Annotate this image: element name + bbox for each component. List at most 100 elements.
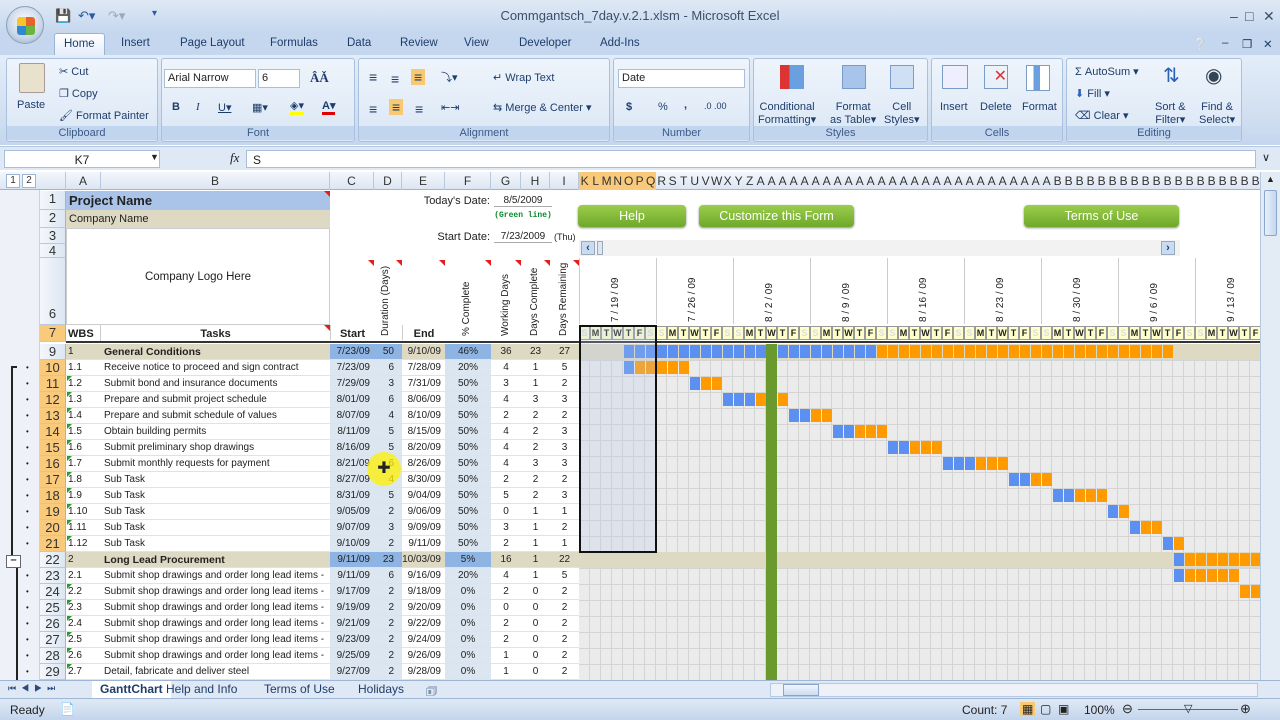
column-header-letter[interactable]: B xyxy=(1195,172,1206,190)
outline-level-1-button[interactable]: 1 xyxy=(6,174,20,188)
zoom-slider-thumb[interactable]: ▽ xyxy=(1184,702,1192,715)
cell-done[interactable]: 0 xyxy=(521,664,550,680)
decimal-icon[interactable]: .0 .00 xyxy=(704,101,727,111)
cell-dur[interactable]: 5 xyxy=(374,488,402,504)
align-middle-icon[interactable]: ≡ xyxy=(391,71,399,87)
cell-end[interactable]: 8/15/09 xyxy=(402,424,445,440)
row-header[interactable]: 13 xyxy=(40,408,66,424)
timeline-scrollbar[interactable]: ‹ › xyxy=(579,240,1180,256)
cell-task[interactable]: General Conditions xyxy=(101,344,330,360)
column-header-letter[interactable]: B xyxy=(1052,172,1063,190)
cell-start[interactable]: 9/19/09 xyxy=(330,600,374,616)
cell-start[interactable]: 7/23/09 xyxy=(330,360,374,376)
cell-pct[interactable]: 50% xyxy=(445,376,491,392)
cell-work[interactable]: 2 xyxy=(491,536,521,552)
cell-end[interactable]: 9/04/09 xyxy=(402,488,445,504)
column-header-letter[interactable]: B xyxy=(1228,172,1239,190)
cell-rem[interactable]: 3 xyxy=(550,392,579,408)
cell-pct[interactable]: 50% xyxy=(445,472,491,488)
cell-task[interactable]: Submit bond and insurance documents xyxy=(101,376,330,392)
format-button[interactable]: Format xyxy=(1022,101,1057,113)
delete-button[interactable]: Delete xyxy=(980,101,1012,113)
row-header[interactable]: 7 xyxy=(40,325,66,342)
cell-task[interactable]: Receive notice to proceed and sign contr… xyxy=(101,360,330,376)
column-header-letter[interactable]: A xyxy=(755,172,766,190)
scroll-up-icon[interactable]: ▲ xyxy=(1266,174,1275,184)
tab-page-layout[interactable]: Page Layout xyxy=(180,37,245,49)
font-size-select[interactable]: 6 xyxy=(258,69,300,88)
cell-task[interactable]: Submit shop drawings and order long lead… xyxy=(101,632,330,648)
cell-work[interactable]: 2 xyxy=(491,632,521,648)
paste-icon[interactable] xyxy=(19,63,45,93)
cell-work[interactable]: 2 xyxy=(491,584,521,600)
cell-done[interactable]: 2 xyxy=(521,488,550,504)
cut-button[interactable]: ✂ Cut xyxy=(59,65,88,78)
cell-rem[interactable]: 22 xyxy=(550,552,579,568)
name-box[interactable]: K7 xyxy=(4,150,160,168)
scroll-right-icon[interactable]: › xyxy=(1161,241,1175,255)
cell-dur[interactable]: 23 xyxy=(374,552,402,568)
orientation-icon[interactable]: ⤵▾ xyxy=(441,69,458,85)
cell-end[interactable]: 9/18/09 xyxy=(402,584,445,600)
cell-pct[interactable]: 46% xyxy=(445,344,491,360)
cell-pct[interactable]: 50% xyxy=(445,504,491,520)
merge-center-button[interactable]: ⇆ Merge & Center ▾ xyxy=(493,101,592,114)
sheet-tab-terms-of-use[interactable]: Terms of Use xyxy=(256,681,343,698)
name-box-dropdown-icon[interactable]: ▼ xyxy=(150,152,159,162)
cell-end[interactable]: 8/10/09 xyxy=(402,408,445,424)
column-header-g[interactable]: G xyxy=(491,172,521,190)
cell-work[interactable]: 4 xyxy=(491,568,521,584)
cell-pct[interactable]: 50% xyxy=(445,408,491,424)
cell-task[interactable]: Submit preliminary shop drawings xyxy=(101,440,330,456)
cell-done[interactable]: 1 xyxy=(521,520,550,536)
cell-rem[interactable]: 2 xyxy=(550,472,579,488)
cell-end[interactable]: 9/06/09 xyxy=(402,504,445,520)
column-header-letter[interactable]: A xyxy=(975,172,986,190)
close-icon[interactable]: ✕ xyxy=(1263,8,1275,25)
cell-end[interactable]: 8/30/09 xyxy=(402,472,445,488)
cell-rem[interactable]: 2 xyxy=(550,600,579,616)
cell-task[interactable]: Detail, fabricate and deliver steel xyxy=(101,664,330,680)
scroll-left-icon[interactable]: ‹ xyxy=(581,241,595,255)
cell-done[interactable]: 3 xyxy=(521,392,550,408)
cell-done[interactable]: 1 xyxy=(521,552,550,568)
cell-dur[interactable]: 2 xyxy=(374,600,402,616)
start-date-value[interactable]: 7/23/2009 xyxy=(494,231,552,243)
cell-rem[interactable]: 3 xyxy=(550,456,579,472)
cell-start[interactable]: 9/10/09 xyxy=(330,536,374,552)
row-header[interactable]: 11 xyxy=(40,376,66,392)
cell-work[interactable]: 3 xyxy=(491,376,521,392)
cell-work[interactable]: 4 xyxy=(491,360,521,376)
fill-color-icon[interactable]: ◈▾ xyxy=(290,99,304,115)
cell-rem[interactable]: 3 xyxy=(550,424,579,440)
column-header-letter[interactable]: A xyxy=(876,172,887,190)
column-header-f[interactable]: F xyxy=(445,172,491,190)
cell-done[interactable]: 0 xyxy=(521,648,550,664)
cell-rem[interactable]: 2 xyxy=(550,648,579,664)
align-left-icon[interactable]: ≡ xyxy=(369,101,377,117)
cell-done[interactable]: 1 xyxy=(521,376,550,392)
cell-rem[interactable]: 2 xyxy=(550,616,579,632)
cell-pct[interactable]: 0% xyxy=(445,616,491,632)
cell-styles-button[interactable]: Cell Styles▾ xyxy=(884,101,920,127)
cell-end[interactable]: 9/10/09 xyxy=(402,344,445,360)
cell-pct[interactable]: 0% xyxy=(445,648,491,664)
macro-record-icon[interactable]: 📄 xyxy=(60,702,75,716)
column-header-letter[interactable]: A xyxy=(832,172,843,190)
zoom-level[interactable]: 100% xyxy=(1084,703,1115,717)
cell-pct[interactable]: 50% xyxy=(445,536,491,552)
save-icon[interactable]: 💾 xyxy=(55,8,71,24)
row-header[interactable]: 22 xyxy=(40,552,66,568)
column-header-letter[interactable]: A xyxy=(942,172,953,190)
row-header[interactable]: 21 xyxy=(40,536,66,552)
row-header[interactable]: 15 xyxy=(40,440,66,456)
cell-done[interactable]: 2 xyxy=(521,408,550,424)
customize-form-button[interactable]: Customize this Form xyxy=(699,205,854,227)
row-header[interactable]: 29 xyxy=(40,664,66,680)
cell-task[interactable]: Prepare and submit schedule of values xyxy=(101,408,330,424)
conditional-formatting-button[interactable]: Conditional Formatting▾ xyxy=(758,101,816,127)
cell-task[interactable]: Obtain building permits xyxy=(101,424,330,440)
cell-task[interactable]: Submit shop drawings and order long lead… xyxy=(101,648,330,664)
cell-task[interactable]: Submit shop drawings and order long lead… xyxy=(101,584,330,600)
wrap-text-button[interactable]: ↵ Wrap Text xyxy=(493,71,554,84)
